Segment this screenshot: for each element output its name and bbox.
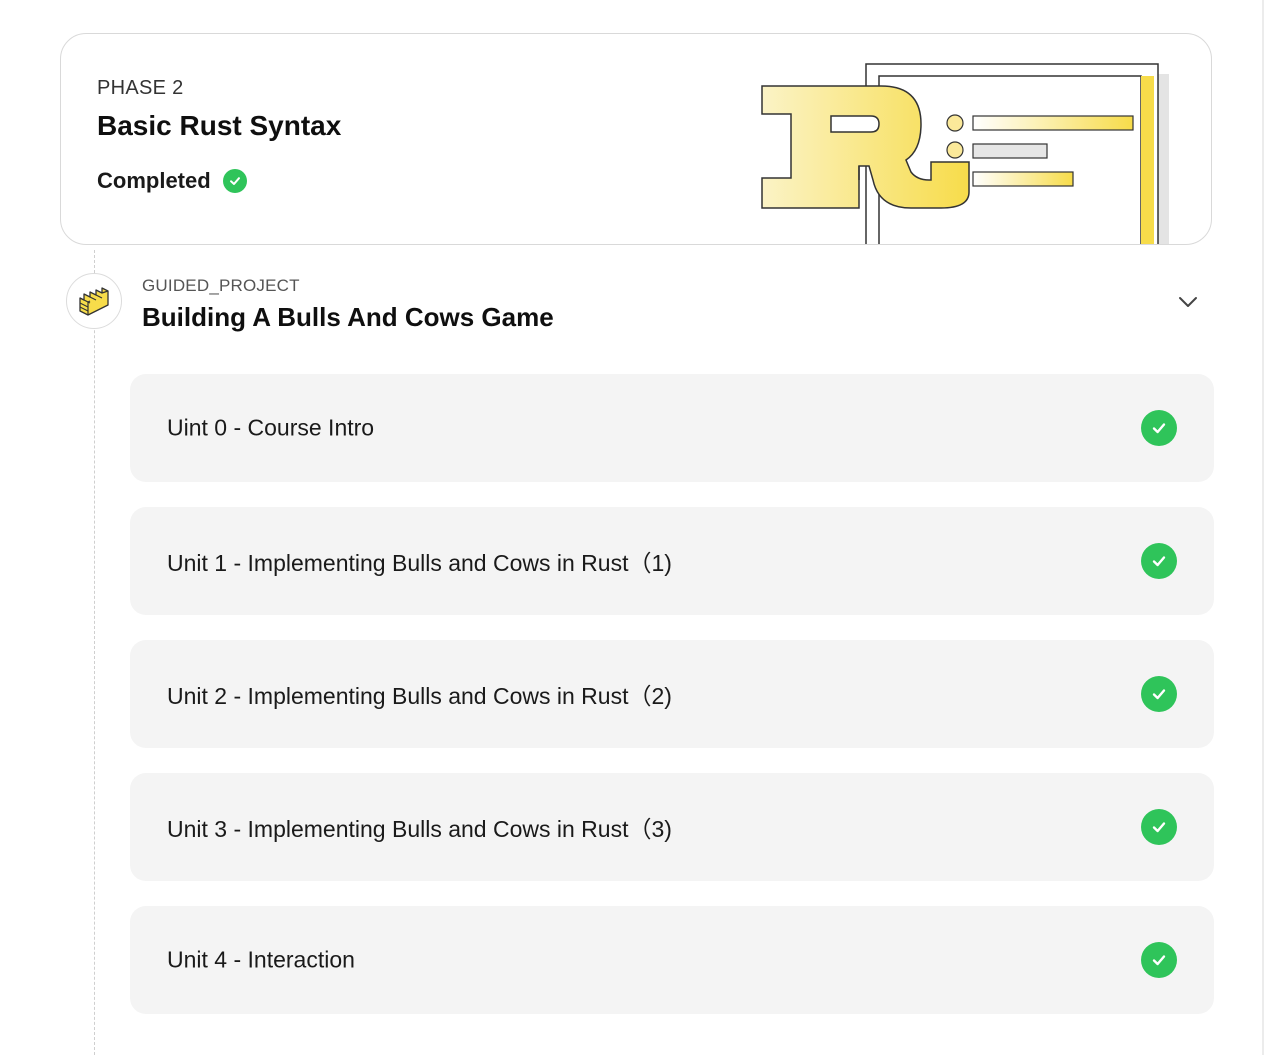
check-circle-icon — [1141, 809, 1177, 845]
unit-item-0[interactable]: Uint 0 - Course Intro — [130, 374, 1214, 482]
phase-card: PHASE 2 Basic Rust Syntax Completed — [60, 33, 1212, 245]
phase-label: PHASE 2 — [97, 77, 184, 99]
project-badge — [66, 273, 122, 329]
chevron-down-icon — [1179, 297, 1197, 307]
check-circle-icon — [222, 169, 247, 193]
phase-status: Completed — [97, 168, 247, 194]
phase-status-text: Completed — [97, 168, 211, 193]
check-circle-icon — [1141, 942, 1177, 978]
phase-title: Basic Rust Syntax — [97, 110, 342, 141]
page-edge-divider — [1262, 0, 1264, 1055]
unit-item-3[interactable]: Unit 3 - Implementing Bulls and Cows in … — [130, 773, 1214, 881]
unit-label: Uint 0 - Course Intro — [167, 414, 375, 441]
project-title: Building A Bulls And Cows Game — [142, 302, 554, 332]
check-circle-icon — [1141, 676, 1177, 712]
unit-item-4[interactable]: Unit 4 - Interaction — [130, 906, 1214, 1014]
unit-label: Unit 4 - Interaction — [167, 946, 355, 973]
unit-item-1[interactable]: Unit 1 - Implementing Bulls and Cows in … — [130, 507, 1214, 615]
unit-label: Unit 3 - Implementing Bulls and Cows in … — [167, 816, 672, 842]
rust-r-illustration — [761, 63, 1169, 244]
check-circle-icon — [1141, 410, 1177, 446]
check-circle-icon — [1141, 543, 1177, 579]
collapse-toggle[interactable] — [1174, 288, 1202, 316]
unit-list: Uint 0 - Course Intro Unit 1 - Implement… — [130, 374, 1214, 1039]
stairs-icon — [79, 287, 109, 316]
unit-label: Unit 1 - Implementing Bulls and Cows in … — [167, 550, 672, 576]
timeline-line — [94, 250, 95, 1055]
unit-label: Unit 2 - Implementing Bulls and Cows in … — [167, 683, 672, 709]
unit-item-2[interactable]: Unit 2 - Implementing Bulls and Cows in … — [130, 640, 1214, 748]
project-type-label: GUIDED_PROJECT — [142, 276, 300, 295]
